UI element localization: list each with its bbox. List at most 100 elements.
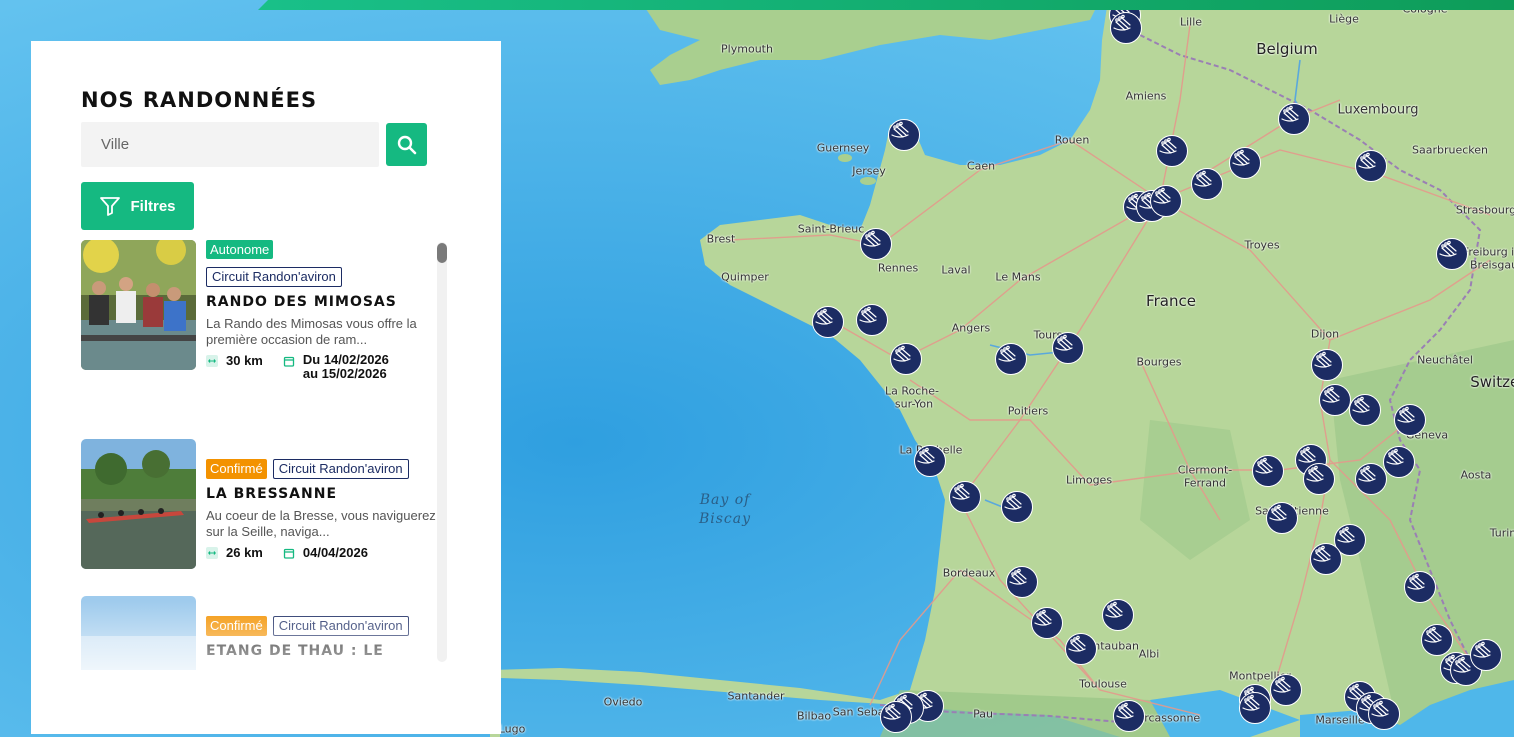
hike-map-marker[interactable] [1319, 384, 1351, 416]
rowing-boat-icon [1313, 545, 1331, 562]
hike-map-marker[interactable] [1278, 103, 1310, 135]
rowing-boat-icon [1397, 406, 1415, 423]
label-laval: Laval [941, 263, 971, 277]
hike-list[interactable]: Autonome Circuit Randon'aviron RANDO DES… [81, 240, 441, 670]
hike-map-marker[interactable] [1310, 543, 1342, 575]
hike-map-marker[interactable] [1001, 491, 1033, 523]
label-turin: Turin [1489, 526, 1514, 540]
label-toulouse: Toulouse [1079, 677, 1127, 691]
hike-map-marker[interactable] [914, 445, 946, 477]
label-santander: Santander [727, 689, 785, 703]
hike-distance: 26 km [226, 545, 263, 560]
hike-map-marker[interactable] [949, 481, 981, 513]
hike-map-marker[interactable] [860, 228, 892, 260]
hike-map-marker[interactable] [1150, 185, 1182, 217]
hike-map-marker[interactable] [1110, 12, 1142, 44]
label-liege: Liège [1329, 12, 1359, 26]
hike-title: ETANG DE THAU : LE [206, 643, 384, 659]
distance-icon [206, 355, 218, 367]
hike-map-marker[interactable] [1065, 633, 1097, 665]
city-search-input[interactable] [81, 122, 379, 167]
hike-map-marker[interactable] [1368, 698, 1400, 730]
rowing-boat-icon [1273, 676, 1291, 693]
hike-map-marker[interactable] [1113, 700, 1145, 732]
hike-description: Au coeur de la Bresse, vous naviguerez s… [206, 508, 436, 539]
hike-map-marker[interactable] [1394, 404, 1426, 436]
list-scrollbar-track[interactable] [437, 242, 447, 662]
hike-map-marker[interactable] [1383, 446, 1415, 478]
label-bourges: Bourges [1136, 355, 1182, 369]
label-guernsey: Guernsey [816, 141, 870, 155]
hike-map-marker[interactable] [1031, 607, 1063, 639]
rowing-boat-icon [1194, 170, 1212, 187]
rowing-boat-icon [893, 345, 911, 362]
hike-map-marker[interactable] [880, 701, 912, 733]
label-dijon: Dijon [1310, 327, 1340, 341]
level-badge: Autonome [206, 240, 274, 259]
page-title: NOS RANDONNÉES [81, 88, 318, 112]
rowing-boat-icon [1105, 601, 1123, 618]
label-rouen: Rouen [1054, 133, 1090, 147]
hike-map-marker[interactable] [1404, 571, 1436, 603]
hike-map-marker[interactable] [1252, 455, 1284, 487]
rowing-boat-icon [1322, 386, 1340, 403]
hike-map-marker[interactable] [1470, 639, 1502, 671]
label-clermont: Clermont- [1177, 463, 1233, 477]
hike-map-marker[interactable] [1191, 168, 1223, 200]
hike-map-marker[interactable] [1311, 349, 1343, 381]
label-strasbourg: Strasbourg [1455, 203, 1514, 217]
level-badge: Confirmé [206, 616, 267, 636]
hike-map-marker[interactable] [1303, 463, 1335, 495]
hike-map-marker[interactable] [1156, 135, 1188, 167]
type-badge: Circuit Randon'aviron [272, 459, 409, 479]
label-bay-of: Bay of [699, 492, 751, 508]
hike-map-marker[interactable] [1421, 624, 1453, 656]
hike-map-marker[interactable] [856, 304, 888, 336]
search-button[interactable] [386, 123, 427, 166]
rowing-boat-icon [998, 345, 1016, 362]
hike-map-marker[interactable] [1006, 566, 1038, 598]
rowing-boat-icon [1055, 334, 1073, 351]
rowing-boat-icon [1116, 702, 1134, 719]
rowing-boat-icon [1358, 465, 1376, 482]
hike-map-marker[interactable] [1102, 599, 1134, 631]
rowing-boat-icon [863, 230, 881, 247]
label-lille: Lille [1179, 15, 1203, 29]
hike-map-marker[interactable] [1349, 394, 1381, 426]
rowing-boat-icon [1281, 105, 1299, 122]
hike-map-marker[interactable] [1229, 147, 1261, 179]
hike-map-marker[interactable] [888, 119, 920, 151]
hike-map-marker[interactable] [1355, 463, 1387, 495]
label-aosta: Aosta [1460, 468, 1492, 482]
rowing-boat-icon [952, 483, 970, 500]
rowing-boat-icon [1337, 526, 1355, 543]
label-amiens: Amiens [1125, 89, 1167, 103]
distance-icon [206, 547, 218, 559]
label-freiburg: Freiburg in [1462, 245, 1514, 259]
label-angers: Angers [951, 321, 991, 335]
hike-map-marker[interactable] [1436, 238, 1468, 270]
list-scrollbar-thumb[interactable] [437, 243, 447, 263]
hike-map-marker[interactable] [890, 343, 922, 375]
filters-button[interactable]: Filtres [81, 182, 194, 230]
rowing-boat-icon [1371, 700, 1389, 717]
label-brest: Brest [706, 232, 736, 246]
label-limoges: Limoges [1065, 473, 1113, 487]
hike-map-marker[interactable] [1052, 332, 1084, 364]
rowing-boat-icon [1153, 187, 1171, 204]
rowing-boat-icon [1159, 137, 1177, 154]
hike-map-marker[interactable] [1270, 674, 1302, 706]
hike-map-marker[interactable] [995, 343, 1027, 375]
label-bordeaux: Bordeaux [942, 566, 996, 580]
rowing-boat-icon [1004, 493, 1022, 510]
river-photo [81, 439, 196, 569]
hike-map-marker[interactable] [812, 306, 844, 338]
rowing-boat-icon [1269, 504, 1287, 521]
hike-title: RANDO DES MIMOSAS [206, 294, 397, 310]
label-breisgau: Breisgau [1469, 258, 1514, 272]
hike-map-marker[interactable] [1355, 150, 1387, 182]
hike-map-marker[interactable] [1239, 692, 1271, 724]
hike-map-marker[interactable] [1266, 502, 1298, 534]
label-lugo: Lugo [498, 722, 526, 736]
type-badge: Circuit Randon'aviron [206, 267, 342, 287]
